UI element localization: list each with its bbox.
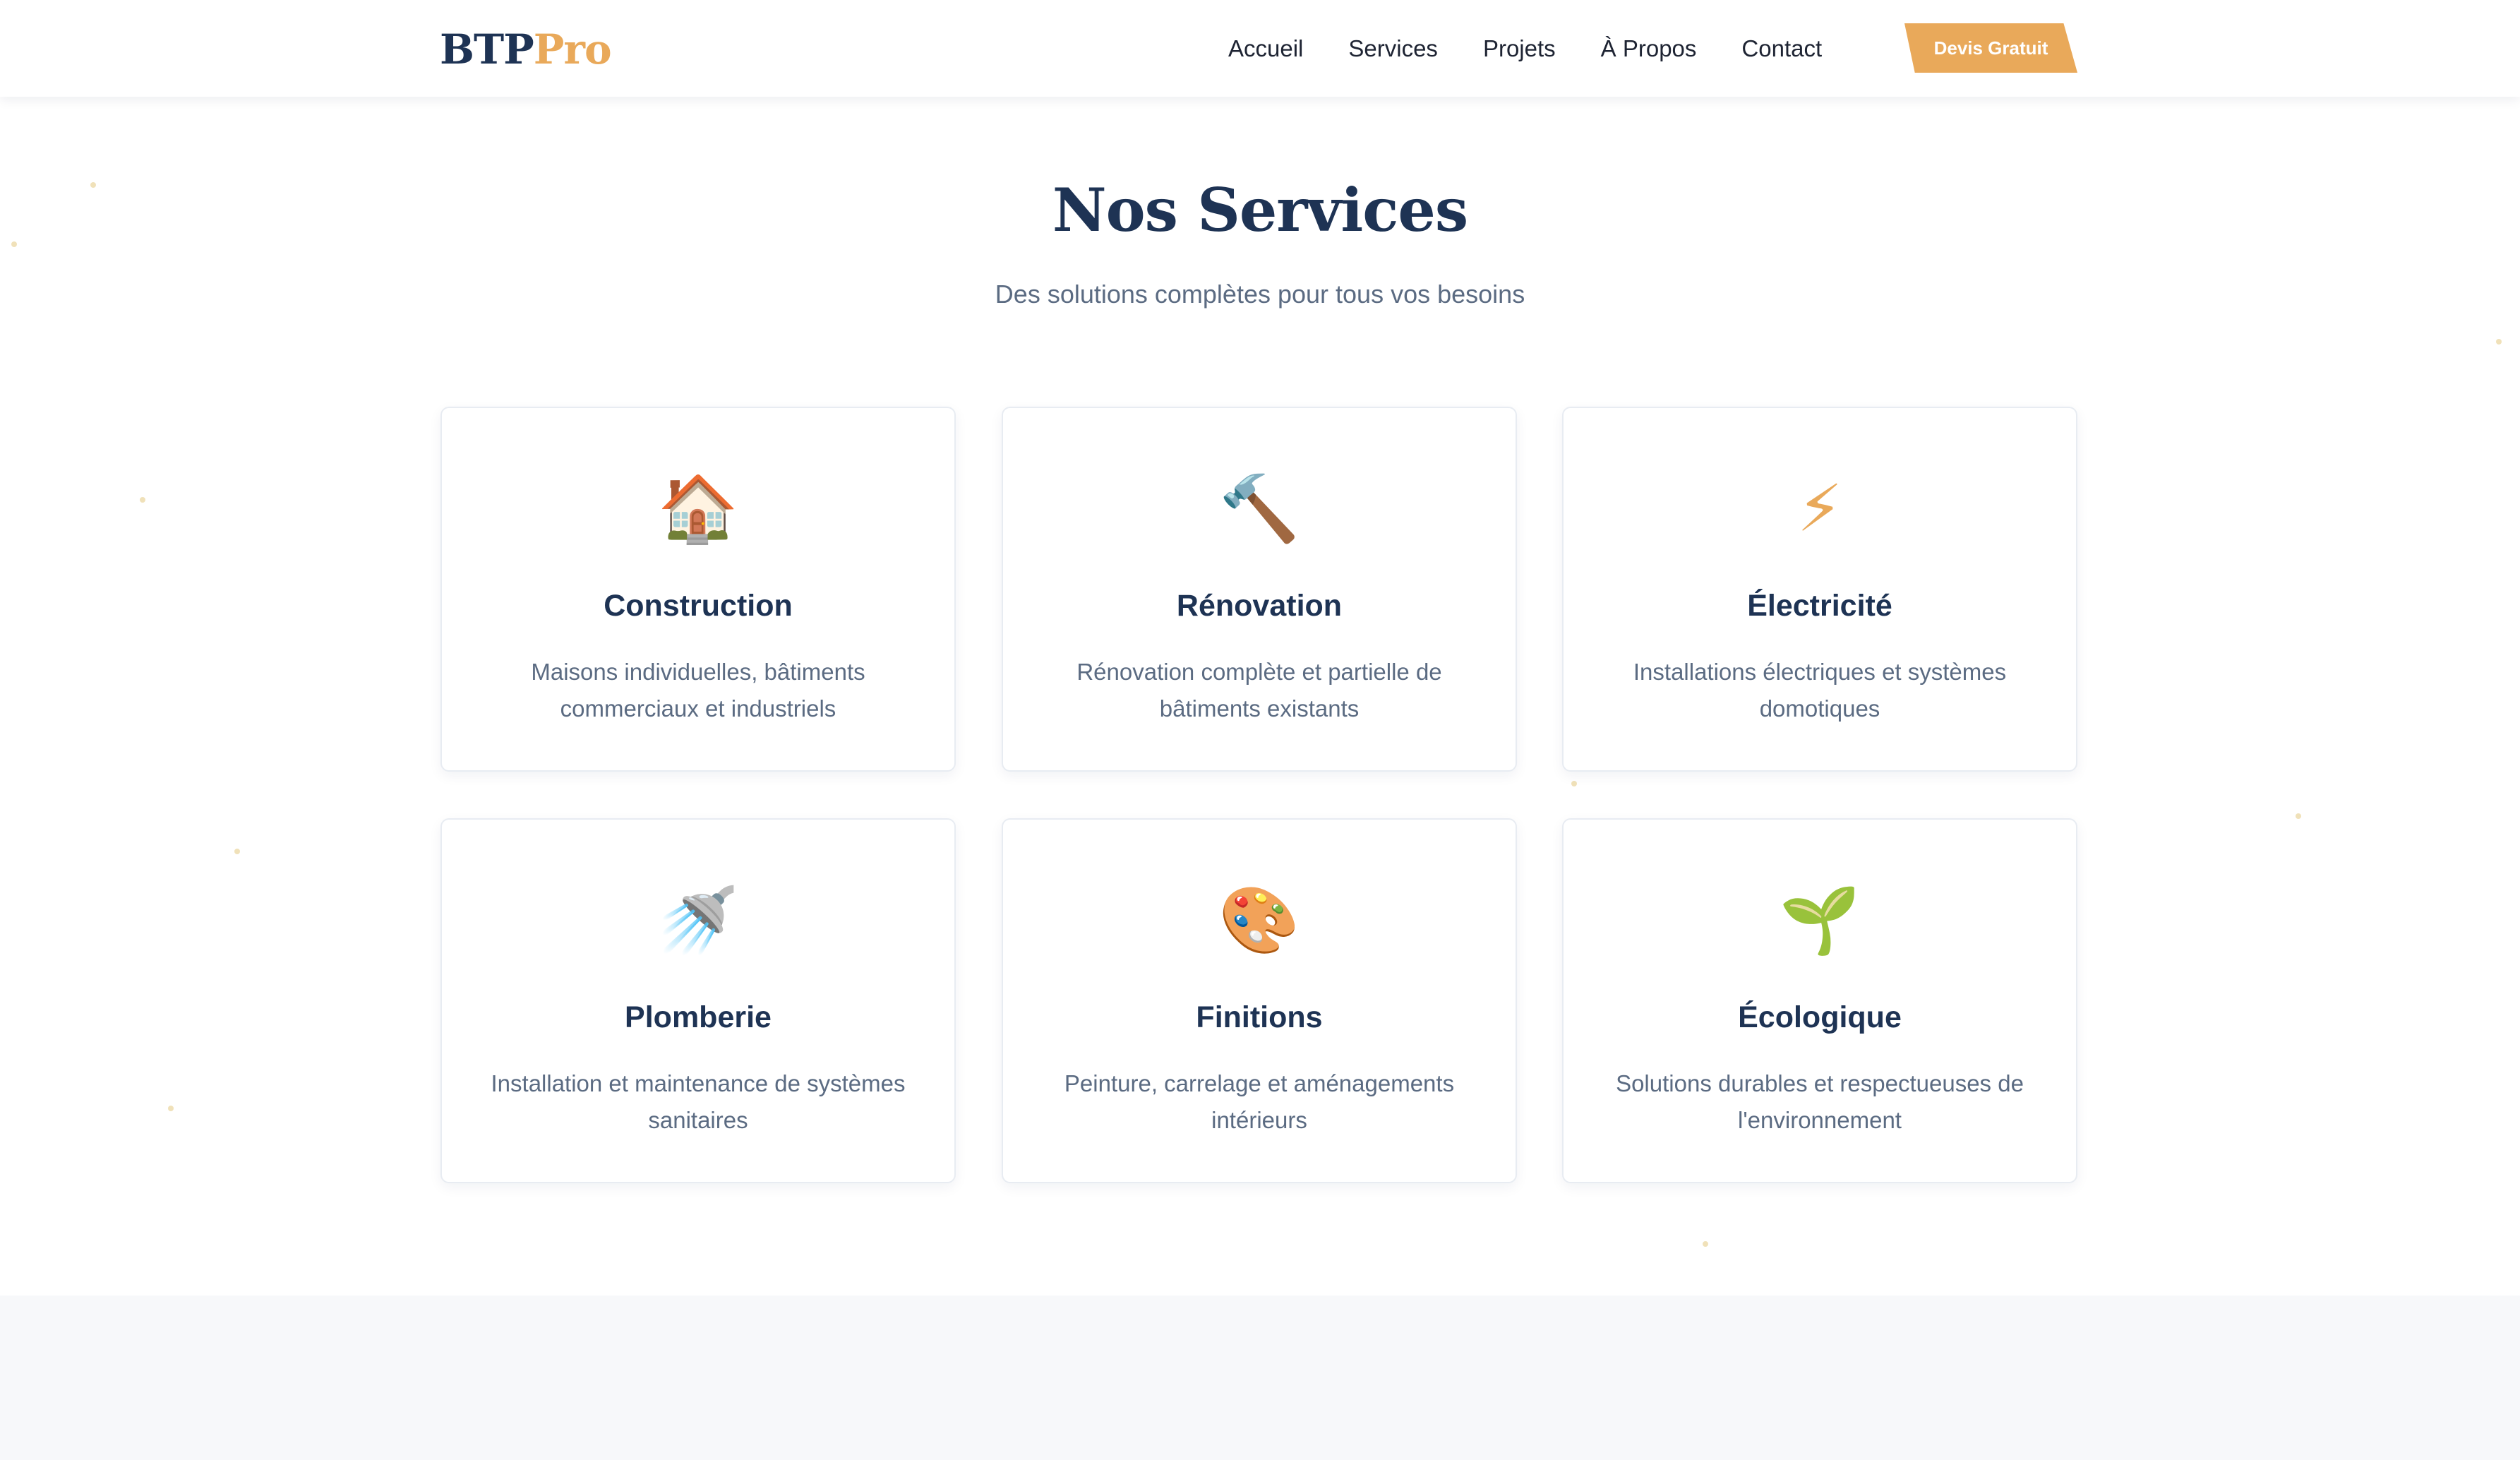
service-title: Écologique [1738,1000,1902,1034]
decorative-dot [168,1106,174,1111]
decorative-dot [1571,781,1577,786]
next-section-band [0,1296,2520,1460]
hammer-icon: 🔨 [1218,471,1300,546]
service-title: Finitions [1196,1000,1323,1034]
shower-icon: 🚿 [657,882,739,958]
decorative-dot [2296,813,2301,819]
service-card-ecologique[interactable]: 🌱 Écologique Solutions durables et respe… [1562,818,2077,1183]
service-card-electricite[interactable]: ⚡ Électricité Installations électriques … [1562,407,2077,772]
brand-logo[interactable]: BTPPro [440,21,612,78]
brand-logo-part2: Pro [533,25,612,73]
nav-link-contact[interactable]: Contact [1741,35,1822,62]
service-title: Construction [604,589,793,623]
service-card-construction[interactable]: 🏠 Construction Maisons individuelles, bâ… [440,407,956,772]
service-title: Électricité [1747,589,1892,623]
decorative-dot [1703,1241,1708,1247]
house-icon: 🏠 [657,471,739,546]
main-nav: Accueil Services Projets À Propos Contac… [1228,0,1867,97]
nav-link-projets[interactable]: Projets [1483,35,1556,62]
nav-link-accueil[interactable]: Accueil [1228,35,1303,62]
service-description: Solutions durables et respectueuses de l… [1616,1070,2024,1133]
service-title: Plomberie [625,1000,772,1034]
service-description: Peinture, carrelage et aménagements inté… [1064,1070,1455,1133]
nav-link-services[interactable]: Services [1348,35,1438,62]
decorative-dot [140,497,145,503]
service-description: Rénovation complète et partielle de bâti… [1076,659,1442,722]
lightning-icon: ⚡ [1796,471,1843,546]
service-card-plomberie[interactable]: 🚿 Plomberie Installation et maintenance … [440,818,956,1183]
seedling-icon: 🌱 [1779,882,1861,958]
service-title: Rénovation [1176,589,1343,623]
palette-icon: 🎨 [1218,882,1300,958]
nav-link-a-propos[interactable]: À Propos [1601,35,1697,62]
decorative-dot [234,849,240,854]
service-card-finitions[interactable]: 🎨 Finitions Peinture, carrelage et aména… [1002,818,1517,1183]
service-card-renovation[interactable]: 🔨 Rénovation Rénovation complète et part… [1002,407,1517,772]
section-subtitle: Des solutions complètes pour tous vos be… [995,280,1525,309]
service-description: Installations électriques et systèmes do… [1633,659,2007,722]
decorative-dot [2496,339,2502,345]
service-description: Installation et maintenance de systèmes … [491,1070,906,1133]
site-header: BTPPro Accueil Services Projets À Propos… [0,0,2520,97]
section-title: Nos Services [1052,175,1468,245]
brand-logo-part1: BTP [440,25,534,73]
free-quote-button[interactable]: Devis Gratuit [1904,23,2077,73]
service-description: Maisons individuelles, bâtiments commerc… [531,659,865,722]
